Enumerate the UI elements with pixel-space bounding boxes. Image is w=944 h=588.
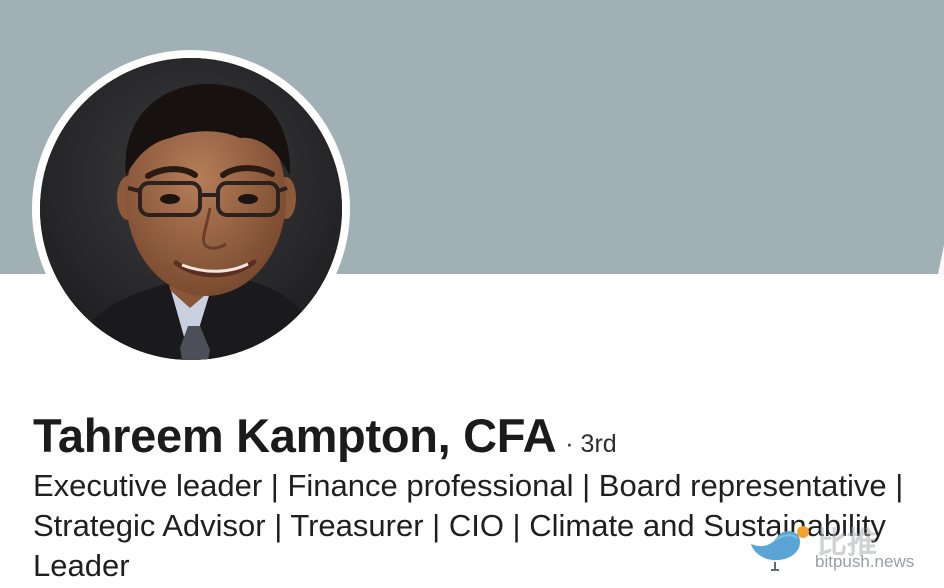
watermark: 比推 bitpush.news xyxy=(745,516,935,582)
profile-avatar[interactable] xyxy=(32,50,350,368)
bird-logo-icon xyxy=(751,526,809,571)
profile-name-row: Tahreem Kampton, CFA · 3rd xyxy=(33,408,617,463)
connection-degree: · 3rd xyxy=(565,430,617,458)
cover-edge-highlight xyxy=(938,245,944,274)
profile-name: Tahreem Kampton, CFA xyxy=(33,409,557,462)
watermark-url: bitpush.news xyxy=(815,552,915,571)
profile-photo xyxy=(40,58,342,360)
